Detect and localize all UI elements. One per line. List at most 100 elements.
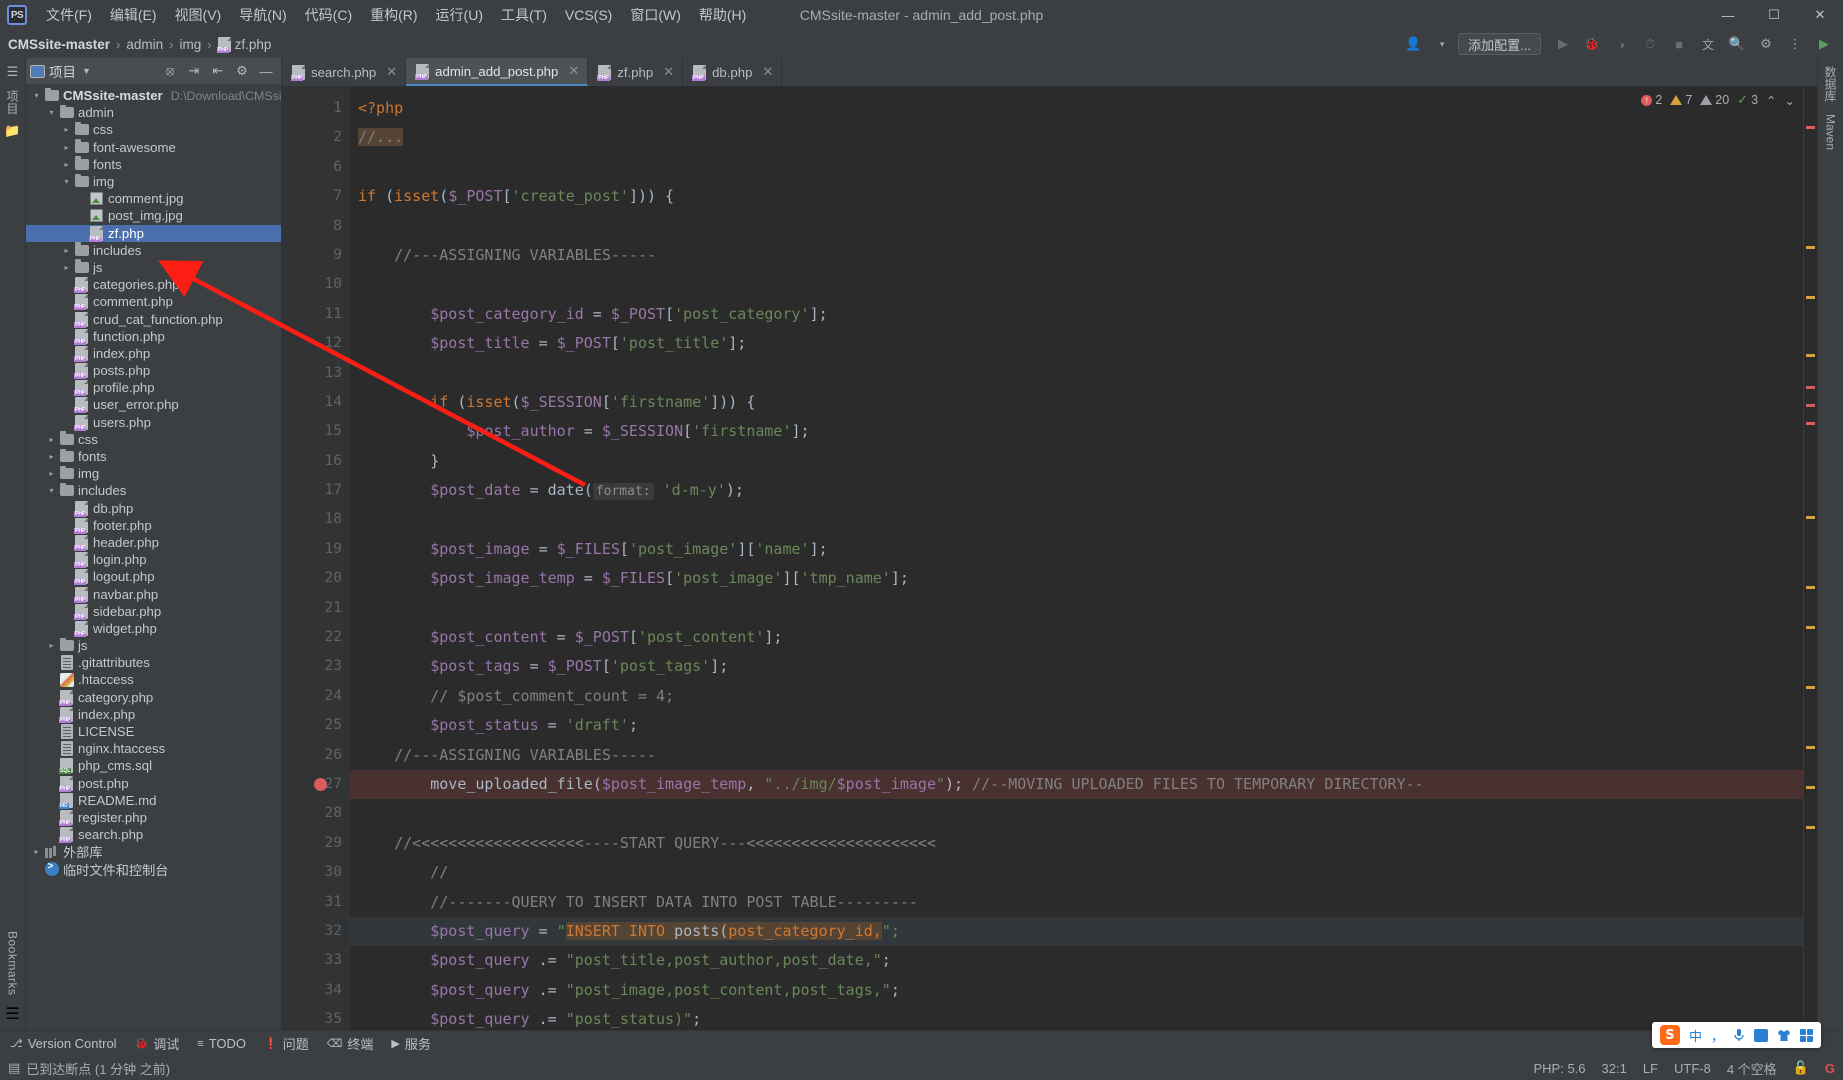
close-tab-icon[interactable]: ✕ <box>568 63 579 79</box>
menu-help[interactable]: 帮助(H) <box>690 1 755 29</box>
chevron-down-icon[interactable]: ▾ <box>1429 32 1455 56</box>
locate-icon[interactable]: ⦻ <box>159 60 181 82</box>
line-number[interactable]: 16− <box>282 447 362 476</box>
gear-icon[interactable]: ⚙ <box>1753 32 1779 56</box>
bottom-tool-version-control[interactable]: ⎇ Version Control <box>10 1036 117 1051</box>
chevron-up-icon[interactable]: ⌃ <box>1766 93 1776 108</box>
code-line[interactable]: //... <box>350 123 1803 152</box>
error-marker-bar[interactable] <box>1803 86 1817 1030</box>
close-button[interactable]: ✕ <box>1797 0 1843 30</box>
line-number[interactable]: 8 <box>282 212 350 241</box>
lock-icon[interactable]: 🔓 <box>1793 1060 1809 1076</box>
line-number[interactable]: 1− <box>282 94 362 123</box>
error-marker[interactable] <box>1806 126 1815 129</box>
tree-item[interactable]: ▸ includes <box>26 242 281 259</box>
error-marker[interactable] <box>1806 422 1815 425</box>
code-line[interactable] <box>350 270 1803 299</box>
code-line[interactable]: //---ASSIGNING VARIABLES----- <box>350 741 1803 770</box>
error-marker[interactable] <box>1806 686 1815 689</box>
line-number[interactable]: 24 <box>282 682 350 711</box>
line-separator[interactable]: LF <box>1643 1061 1658 1076</box>
tree-item[interactable]: sidebar.php <box>26 603 281 620</box>
line-number[interactable]: 22 <box>282 623 350 652</box>
code-line[interactable]: $post_status = 'draft'; <box>350 711 1803 740</box>
code-content[interactable]: <?php//... if (isset($_POST['create_post… <box>350 86 1803 1030</box>
chevron-right-icon[interactable]: ▸ <box>60 125 73 134</box>
tree-item[interactable]: ▸ 外部库 <box>26 843 281 860</box>
chevron-right-icon[interactable]: ▸ <box>45 452 58 461</box>
error-marker[interactable] <box>1806 246 1815 249</box>
editor-tab[interactable]: db.php ✕ <box>683 58 783 86</box>
tree-item[interactable]: widget.php <box>26 620 281 637</box>
toolbox-icon[interactable] <box>1800 1028 1813 1042</box>
code-line[interactable]: // <box>350 858 1803 887</box>
close-tab-icon[interactable]: ✕ <box>663 64 674 80</box>
code-line[interactable]: //---ASSIGNING VARIABLES----- <box>350 241 1803 270</box>
tree-item[interactable]: login.php <box>26 551 281 569</box>
line-number[interactable]: 7− <box>282 182 362 211</box>
line-number[interactable]: 21 <box>282 594 350 623</box>
code-line[interactable] <box>350 153 1803 182</box>
run-green-icon[interactable]: ▶ <box>1811 32 1837 56</box>
project-tool-icon[interactable]: ☰ <box>7 64 19 80</box>
menu-view[interactable]: 视图(V) <box>166 1 231 29</box>
menu-tools[interactable]: 工具(T) <box>492 1 556 29</box>
tree-item-selected[interactable]: zf.php <box>26 224 281 242</box>
tree-item[interactable]: ▾ admin <box>26 104 281 121</box>
error-marker[interactable] <box>1806 386 1815 389</box>
menu-refactor[interactable]: 重构(R) <box>361 1 426 29</box>
tree-item[interactable]: categories.php <box>26 276 281 294</box>
code-line[interactable]: $post_content = $_POST['post_content']; <box>350 623 1803 652</box>
code-line[interactable]: <?php <box>350 94 1803 123</box>
editor-tab[interactable]: admin_add_post.php ✕ <box>406 58 589 86</box>
project-file-tree[interactable]: ▾ CMSsite-master D:\Download\CMSsite- ▾ admi… <box>26 84 281 1030</box>
file-encoding[interactable]: UTF-8 <box>1674 1061 1711 1076</box>
ime-toggle-icon[interactable]: 文 <box>1695 32 1721 56</box>
breadcrumb-item[interactable]: img <box>180 37 202 52</box>
collapse-all-icon[interactable]: ⇤ <box>207 60 229 82</box>
code-line[interactable]: $post_image = $_FILES['post_image']['nam… <box>350 535 1803 564</box>
code-scroll-area[interactable]: 1−2+67−891011121314−1516−171819202122232… <box>282 86 1803 1030</box>
code-line[interactable]: move_uploaded_file($post_image_temp, "..… <box>350 769 1803 800</box>
maximize-button[interactable]: ☐ <box>1751 0 1797 30</box>
tree-item[interactable]: .htaccess <box>26 671 281 688</box>
chevron-right-icon[interactable]: ▸ <box>45 641 58 650</box>
tree-item[interactable]: search.php <box>26 826 281 844</box>
tree-item[interactable]: logout.php <box>26 568 281 586</box>
profile-icon[interactable]: ⏱ <box>1637 32 1663 56</box>
code-line[interactable] <box>350 359 1803 388</box>
bookmarks-strip[interactable]: Bookmarks <box>6 931 20 996</box>
breadcrumb-item[interactable]: zf.php <box>235 37 272 52</box>
code-line[interactable]: } <box>350 447 1803 476</box>
chevron-down-icon[interactable]: ▾ <box>45 108 58 117</box>
tree-item[interactable]: ▸ css <box>26 121 281 138</box>
menu-run[interactable]: 运行(U) <box>427 1 492 29</box>
tree-item[interactable]: ▾ CMSsite-master D:\Download\CMSsite- <box>26 87 281 104</box>
hide-panel-icon[interactable]: — <box>255 60 277 82</box>
error-marker[interactable] <box>1806 354 1815 357</box>
code-line[interactable]: $post_query .= "post_image,post_content,… <box>350 976 1803 1005</box>
chevron-right-icon[interactable]: ▸ <box>60 246 73 255</box>
tree-item[interactable]: comment.php <box>26 293 281 311</box>
line-number[interactable]: 12 <box>282 329 350 358</box>
tree-item[interactable]: ▸ img <box>26 465 281 482</box>
editor-tab[interactable]: zf.php ✕ <box>588 58 684 86</box>
tree-item[interactable]: ▸ js <box>26 259 281 276</box>
breadcrumb-item[interactable]: admin <box>126 37 163 52</box>
tree-item[interactable]: register.php <box>26 809 281 826</box>
chevron-down-icon[interactable]: ▾ <box>45 486 58 495</box>
line-number[interactable]: 32 <box>282 917 350 946</box>
code-line[interactable] <box>350 799 1803 828</box>
bookmark-icon[interactable]: ☰ <box>5 1004 19 1024</box>
line-number[interactable]: 13 <box>282 359 350 388</box>
line-number[interactable]: 20 <box>282 564 350 593</box>
tree-item[interactable]: index.php <box>26 345 281 362</box>
debug-icon[interactable]: 🐞 <box>1579 32 1605 56</box>
search-icon[interactable]: 🔍 <box>1724 32 1750 56</box>
tree-item[interactable]: category.php <box>26 689 281 706</box>
tree-item[interactable]: function.php <box>26 328 281 345</box>
tree-item[interactable]: ▸ css <box>26 431 281 448</box>
more-icon[interactable]: ⋮ <box>1782 32 1808 56</box>
chevron-down-icon[interactable]: ▾ <box>60 177 73 186</box>
stop-icon[interactable]: ■ <box>1666 32 1692 56</box>
